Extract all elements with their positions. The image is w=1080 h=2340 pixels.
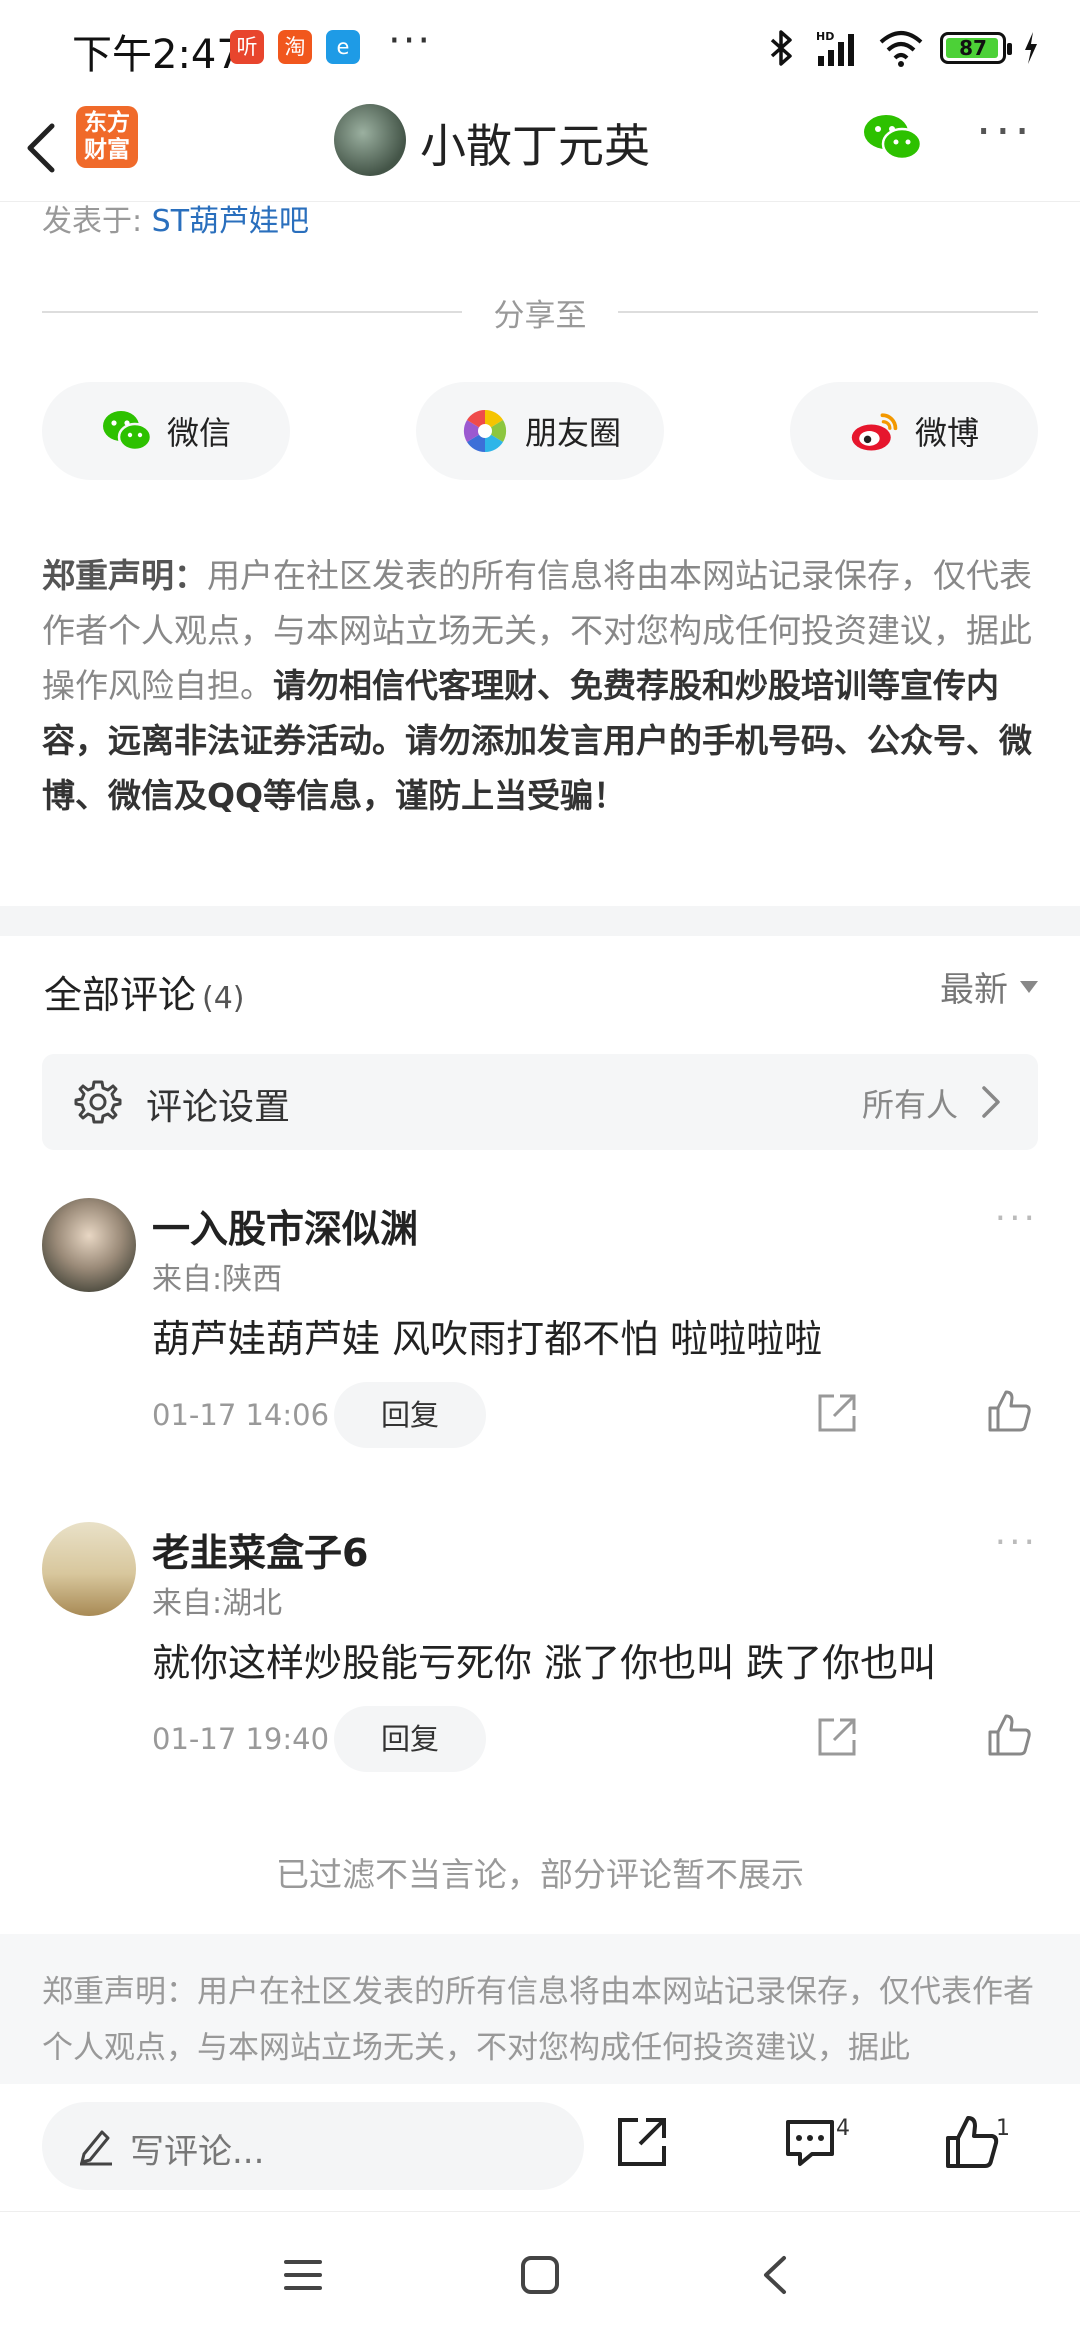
posted-in: 发表于: ST葫芦娃吧 <box>42 196 309 240</box>
commenter-avatar[interactable] <box>42 1522 136 1616</box>
sort-label: 最新 <box>940 970 1008 1010</box>
comment-item: 一入股市深似渊 来自:陕西 葫芦娃葫芦娃 风吹雨打都不怕 啦啦啦啦 01-17 … <box>0 1198 1080 1498</box>
sort-dropdown[interactable]: 最新 <box>940 962 1038 1011</box>
comment-more-icon[interactable]: ··· <box>995 1198 1038 1239</box>
footer-disclaimer: 郑重声明：用户在社区发表的所有信息将由本网站记录保存，仅代表作者个人观点，与本网… <box>0 1934 1080 2084</box>
share-icon[interactable] <box>816 1716 858 1758</box>
comment-time: 01-17 19:40 <box>152 1722 330 1756</box>
write-comment-input[interactable]: 写评论... <box>42 2102 584 2190</box>
thumbs-up-icon[interactable] <box>986 1712 1032 1758</box>
share-wechat-button[interactable]: 微信 <box>42 382 290 480</box>
svg-text:HD: HD <box>816 30 834 43</box>
cellular-signal-icon: HD <box>816 30 854 66</box>
wifi-icon <box>879 31 923 67</box>
share-icon[interactable] <box>614 2114 670 2170</box>
comment-icon[interactable] <box>782 2114 838 2170</box>
comment-more-icon[interactable]: ··· <box>995 1522 1038 1563</box>
posted-in-label: 发表于: <box>42 204 143 239</box>
status-right-icons: HD 87 <box>766 26 1040 70</box>
commenter-location: 来自:湖北 <box>152 1586 283 1621</box>
author-avatar[interactable] <box>334 104 406 176</box>
chevron-right-icon <box>982 1086 1000 1118</box>
comment-settings-value: 所有人 <box>861 1086 958 1124</box>
write-comment-placeholder: 写评论... <box>130 2132 265 2172</box>
comments-count: (4) <box>202 981 245 1016</box>
comment-text: 就你这样炒股能亏死你 涨了你也叫 跌了你也叫 <box>152 1641 937 1685</box>
share-header: 分享至 <box>42 284 1038 334</box>
share-label: 分享至 <box>493 298 587 334</box>
author-name[interactable]: 小散丁元英 <box>420 110 650 176</box>
wechat-share-icon[interactable] <box>862 112 924 162</box>
share-wechat-label: 微信 <box>166 414 231 452</box>
commenter-name[interactable]: 老韭菜盒子6 <box>152 1522 368 1577</box>
bottom-action-bar: 写评论... 4 1 <box>0 2086 1080 2212</box>
comment-settings-label: 评论设置 <box>146 1087 291 1128</box>
forum-link[interactable]: ST葫芦娃吧 <box>152 204 309 239</box>
gear-icon <box>74 1080 122 1124</box>
taobao-app-icon: 淘 <box>278 30 312 64</box>
caret-down-icon <box>1020 980 1038 993</box>
back-nav-icon[interactable] <box>752 2250 802 2300</box>
menu-icon[interactable] <box>278 2250 328 2300</box>
comment-text: 葫芦娃葫芦娃 风吹雨打都不怕 啦啦啦啦 <box>152 1317 823 1361</box>
thumbs-up-icon[interactable] <box>944 2114 1000 2170</box>
share-weibo-button[interactable]: 微博 <box>790 382 1038 480</box>
status-more-dots: ··· <box>388 18 433 64</box>
top-header: 东方财富 小散丁元英 ··· <box>0 96 1080 202</box>
section-divider <box>0 906 1080 936</box>
comment-count-badge: 4 <box>836 2116 850 2141</box>
ting-app-icon: 听 <box>230 30 264 64</box>
reply-button[interactable]: 回复 <box>334 1706 486 1772</box>
bluetooth-icon <box>770 30 792 66</box>
comment-settings-row[interactable]: 评论设置 所有人 <box>42 1054 1038 1150</box>
share-weibo-label: 微博 <box>914 414 979 452</box>
status-time: 下午2:47 <box>72 32 242 78</box>
filtered-comments-note: 已过滤不当言论，部分评论暂不展示 <box>276 1855 804 1894</box>
share-moments-button[interactable]: 朋友圈 <box>416 382 664 480</box>
commenter-location: 来自:陕西 <box>152 1262 283 1297</box>
system-nav-bar <box>0 2212 1080 2340</box>
disclaimer-title: 郑重声明： <box>42 556 207 595</box>
comment-item: 老韭菜盒子6 来自:湖北 就你这样炒股能亏死你 涨了你也叫 跌了你也叫 01-1… <box>0 1522 1080 1822</box>
home-icon[interactable] <box>515 2250 565 2300</box>
commenter-name[interactable]: 一入股市深似渊 <box>152 1198 418 1253</box>
share-moments-label: 朋友圈 <box>524 414 621 452</box>
disclaimer: 郑重声明：用户在社区发表的所有信息将由本网站记录保存，仅代表作者个人观点，与本网… <box>42 548 1038 823</box>
commenter-avatar[interactable] <box>42 1198 136 1292</box>
weibo-icon <box>851 413 898 451</box>
eastmoney-logo[interactable]: 东方财富 <box>76 106 138 168</box>
more-options-icon[interactable]: ··· <box>976 104 1034 160</box>
thumbs-up-icon[interactable] <box>986 1388 1032 1434</box>
pencil-icon <box>80 2130 112 2166</box>
comment-time: 01-17 14:06 <box>152 1398 330 1432</box>
battery-icon: 87 <box>940 32 1012 64</box>
comments-title: 全部评论 (4) <box>44 973 245 1017</box>
back-arrow-icon[interactable] <box>18 118 68 178</box>
share-icon[interactable] <box>816 1392 858 1434</box>
wechat-icon <box>102 411 153 452</box>
browser-app-icon: e <box>326 30 360 64</box>
status-bar: 下午2:47 听 淘 e ··· HD 87 <box>0 0 1080 96</box>
reply-button[interactable]: 回复 <box>334 1382 486 1448</box>
charging-icon <box>1025 32 1037 64</box>
moments-icon <box>463 409 507 453</box>
like-count-badge: 1 <box>996 2116 1010 2141</box>
